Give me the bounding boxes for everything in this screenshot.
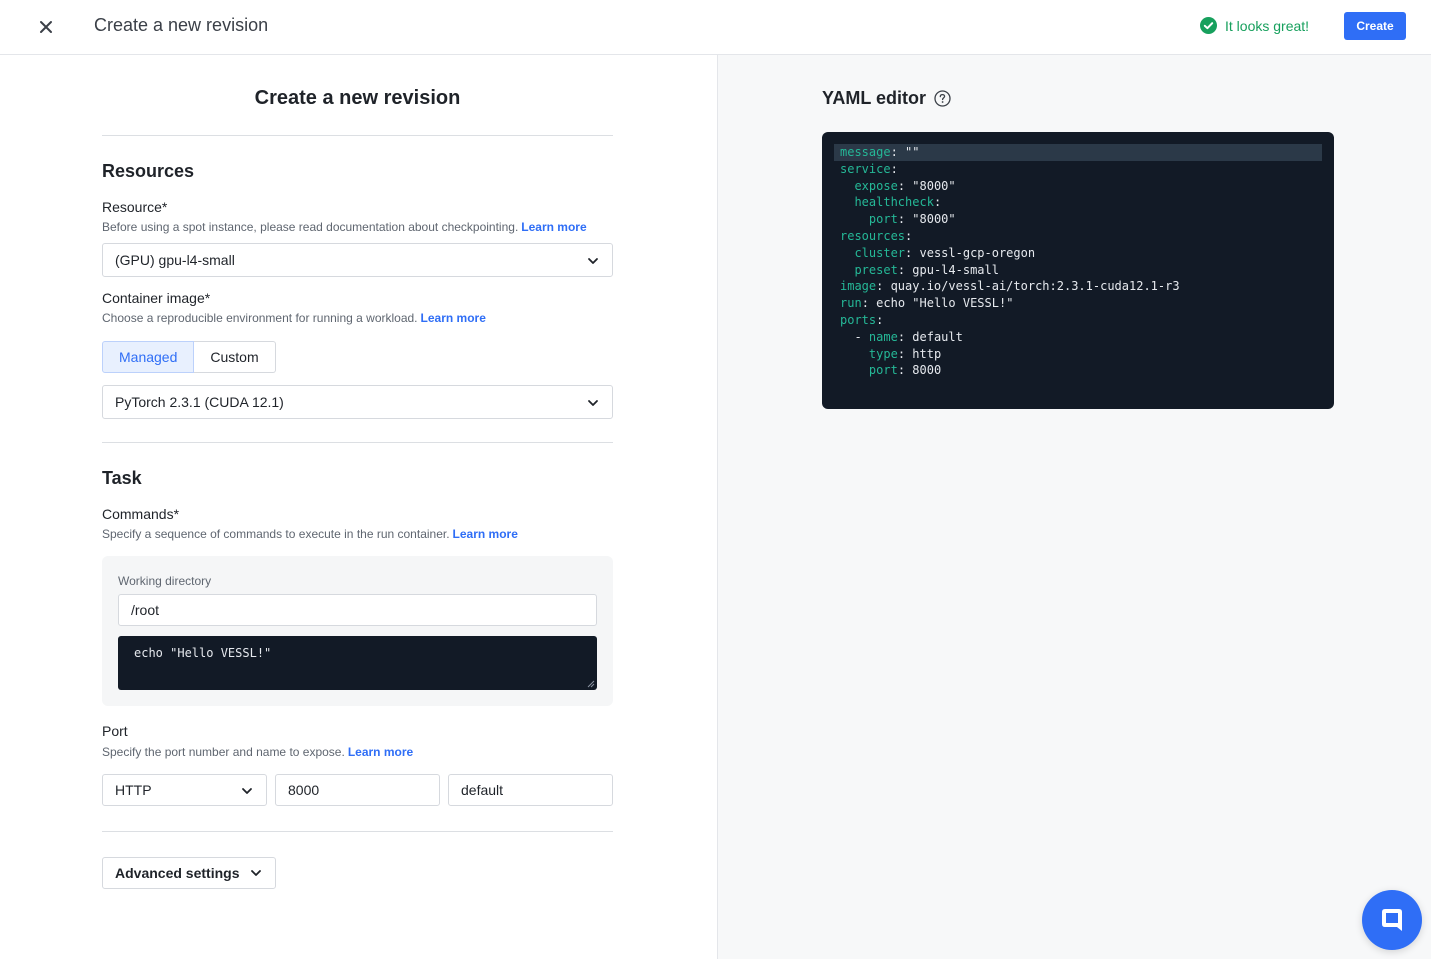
chat-icon bbox=[1382, 909, 1402, 931]
validation-status: It looks great! bbox=[1200, 17, 1309, 34]
yaml-key: ports bbox=[840, 312, 877, 327]
tab-custom[interactable]: Custom bbox=[194, 341, 276, 373]
yaml-key: run bbox=[840, 296, 862, 311]
yaml-panel: YAML editor message: "" service: expose: … bbox=[718, 55, 1431, 959]
yaml-line: type: http bbox=[868, 346, 942, 361]
yaml-value: vessl-gcp-oregon bbox=[912, 245, 1036, 260]
working-directory-input[interactable]: /root bbox=[118, 594, 597, 626]
yaml-key: port bbox=[868, 363, 898, 378]
port-label: Port bbox=[102, 723, 128, 739]
yaml-value: echo "Hello VESSL!" bbox=[868, 296, 1014, 311]
status-text: It looks great! bbox=[1225, 17, 1310, 34]
advanced-settings-label: Advanced settings bbox=[115, 865, 240, 881]
yaml-line: run: echo "Hello VESSL!" bbox=[840, 296, 1014, 311]
page-title: Create a new revision bbox=[94, 15, 269, 35]
port-name-input[interactable]: default bbox=[448, 774, 613, 806]
yaml-value: quay.io/vessl-ai/torch:2.3.1-cuda12.1-r3 bbox=[883, 279, 1180, 294]
divider bbox=[102, 135, 613, 136]
container-image-help-text: Choose a reproducible environment for ru… bbox=[102, 311, 418, 325]
yaml-line: preset: gpu-l4-small bbox=[854, 262, 999, 277]
commands-label: Commands* bbox=[102, 506, 180, 522]
commands-help: Specify a sequence of commands to execut… bbox=[102, 527, 518, 541]
chevron-down-icon bbox=[588, 400, 598, 406]
yaml-line: service: bbox=[840, 161, 898, 176]
divider bbox=[102, 831, 613, 832]
resource-help: Before using a spot instance, please rea… bbox=[102, 220, 587, 234]
close-icon bbox=[40, 21, 52, 33]
create-button[interactable]: Create bbox=[1344, 12, 1406, 40]
yaml-line: resources: bbox=[840, 228, 913, 243]
container-image-label: Container image* bbox=[102, 290, 211, 306]
yaml-value: 8000 bbox=[905, 363, 942, 378]
chevron-down-icon bbox=[251, 870, 262, 876]
close-button[interactable] bbox=[33, 14, 59, 40]
port-help: Specify the port number and name to expo… bbox=[102, 745, 413, 759]
command-text: echo "Hello VESSL!" bbox=[134, 646, 272, 660]
commands-learn-more-link[interactable]: Learn more bbox=[453, 527, 518, 541]
resource-help-text: Before using a spot instance, please rea… bbox=[102, 220, 519, 234]
yaml-value: default bbox=[905, 329, 963, 344]
port-number-input[interactable]: 8000 bbox=[275, 774, 440, 806]
commands-box: Working directory /root echo "Hello VESS… bbox=[102, 556, 613, 706]
container-image-learn-more-link[interactable]: Learn more bbox=[421, 311, 486, 325]
yaml-key: resources bbox=[840, 228, 906, 243]
working-directory-label: Working directory bbox=[118, 574, 212, 588]
top-bar: Create a new revision It looks great! Cr… bbox=[0, 0, 1431, 55]
yaml-value: http bbox=[905, 346, 942, 361]
yaml-line: cluster: vessl-gcp-oregon bbox=[854, 245, 1036, 260]
yaml-value: "8000" bbox=[905, 212, 956, 227]
yaml-key: message bbox=[840, 145, 891, 159]
yaml-line: image: quay.io/vessl-ai/torch:2.3.1-cuda… bbox=[840, 279, 1180, 294]
chevron-down-icon bbox=[588, 258, 598, 264]
port-protocol-select[interactable]: HTTP bbox=[102, 774, 267, 806]
advanced-settings-button[interactable]: Advanced settings bbox=[102, 857, 277, 889]
yaml-line: - name: default bbox=[840, 329, 963, 344]
section-title-task: Task bbox=[102, 468, 142, 488]
yaml-line: message: "" bbox=[834, 144, 1322, 161]
divider bbox=[102, 442, 613, 443]
yaml-key: expose bbox=[854, 178, 898, 193]
form-title: Create a new revision bbox=[254, 87, 461, 109]
yaml-key: cluster bbox=[854, 245, 906, 260]
resource-label: Resource* bbox=[102, 199, 168, 215]
resource-select-value: (GPU) gpu-l4-small bbox=[115, 252, 235, 268]
yaml-key: image bbox=[840, 279, 877, 294]
port-help-text: Specify the port number and name to expo… bbox=[102, 745, 345, 759]
yaml-line: port: "8000" bbox=[868, 212, 956, 227]
commands-help-text: Specify a sequence of commands to execut… bbox=[102, 527, 450, 541]
resource-learn-more-link[interactable]: Learn more bbox=[521, 220, 586, 234]
image-type-toggle: Managed Custom bbox=[102, 341, 276, 373]
port-protocol-value: HTTP bbox=[115, 782, 152, 798]
check-circle-icon bbox=[1200, 17, 1217, 34]
yaml-value: gpu-l4-small bbox=[905, 262, 999, 277]
yaml-line: ports: bbox=[840, 312, 884, 327]
yaml-editor[interactable]: message: "" service: expose: "8000" healt… bbox=[822, 132, 1334, 409]
yaml-value: "" bbox=[897, 145, 920, 159]
yaml-key: service bbox=[840, 161, 891, 176]
help-circle-icon[interactable] bbox=[934, 90, 951, 107]
yaml-line: port: 8000 bbox=[868, 363, 942, 378]
yaml-key: preset bbox=[854, 262, 898, 277]
section-title-resources: Resources bbox=[102, 161, 195, 181]
tab-managed[interactable]: Managed bbox=[102, 341, 195, 373]
yaml-line: expose: "8000" bbox=[854, 178, 956, 193]
resource-select[interactable]: (GPU) gpu-l4-small bbox=[102, 243, 613, 277]
container-image-select-value: PyTorch 2.3.1 (CUDA 12.1) bbox=[115, 394, 284, 410]
yaml-key: type bbox=[868, 346, 898, 361]
yaml-key: port bbox=[868, 212, 898, 227]
container-image-select[interactable]: PyTorch 2.3.1 (CUDA 12.1) bbox=[102, 385, 613, 419]
yaml-key: name bbox=[868, 329, 898, 344]
container-image-help: Choose a reproducible environment for ru… bbox=[102, 311, 486, 325]
command-editor[interactable]: echo "Hello VESSL!" bbox=[118, 636, 597, 690]
yaml-editor-title: YAML editor bbox=[822, 88, 951, 109]
yaml-editor-title-text: YAML editor bbox=[822, 88, 927, 108]
yaml-key: healthcheck bbox=[854, 195, 934, 210]
chevron-down-icon bbox=[242, 788, 252, 794]
port-learn-more-link[interactable]: Learn more bbox=[348, 745, 413, 759]
form-panel: Create a new revision Resources Resource… bbox=[0, 55, 717, 959]
resize-handle-icon[interactable] bbox=[587, 680, 595, 688]
yaml-value: "8000" bbox=[905, 178, 956, 193]
yaml-line: healthcheck: bbox=[854, 195, 942, 210]
chat-support-button[interactable] bbox=[1362, 890, 1422, 950]
